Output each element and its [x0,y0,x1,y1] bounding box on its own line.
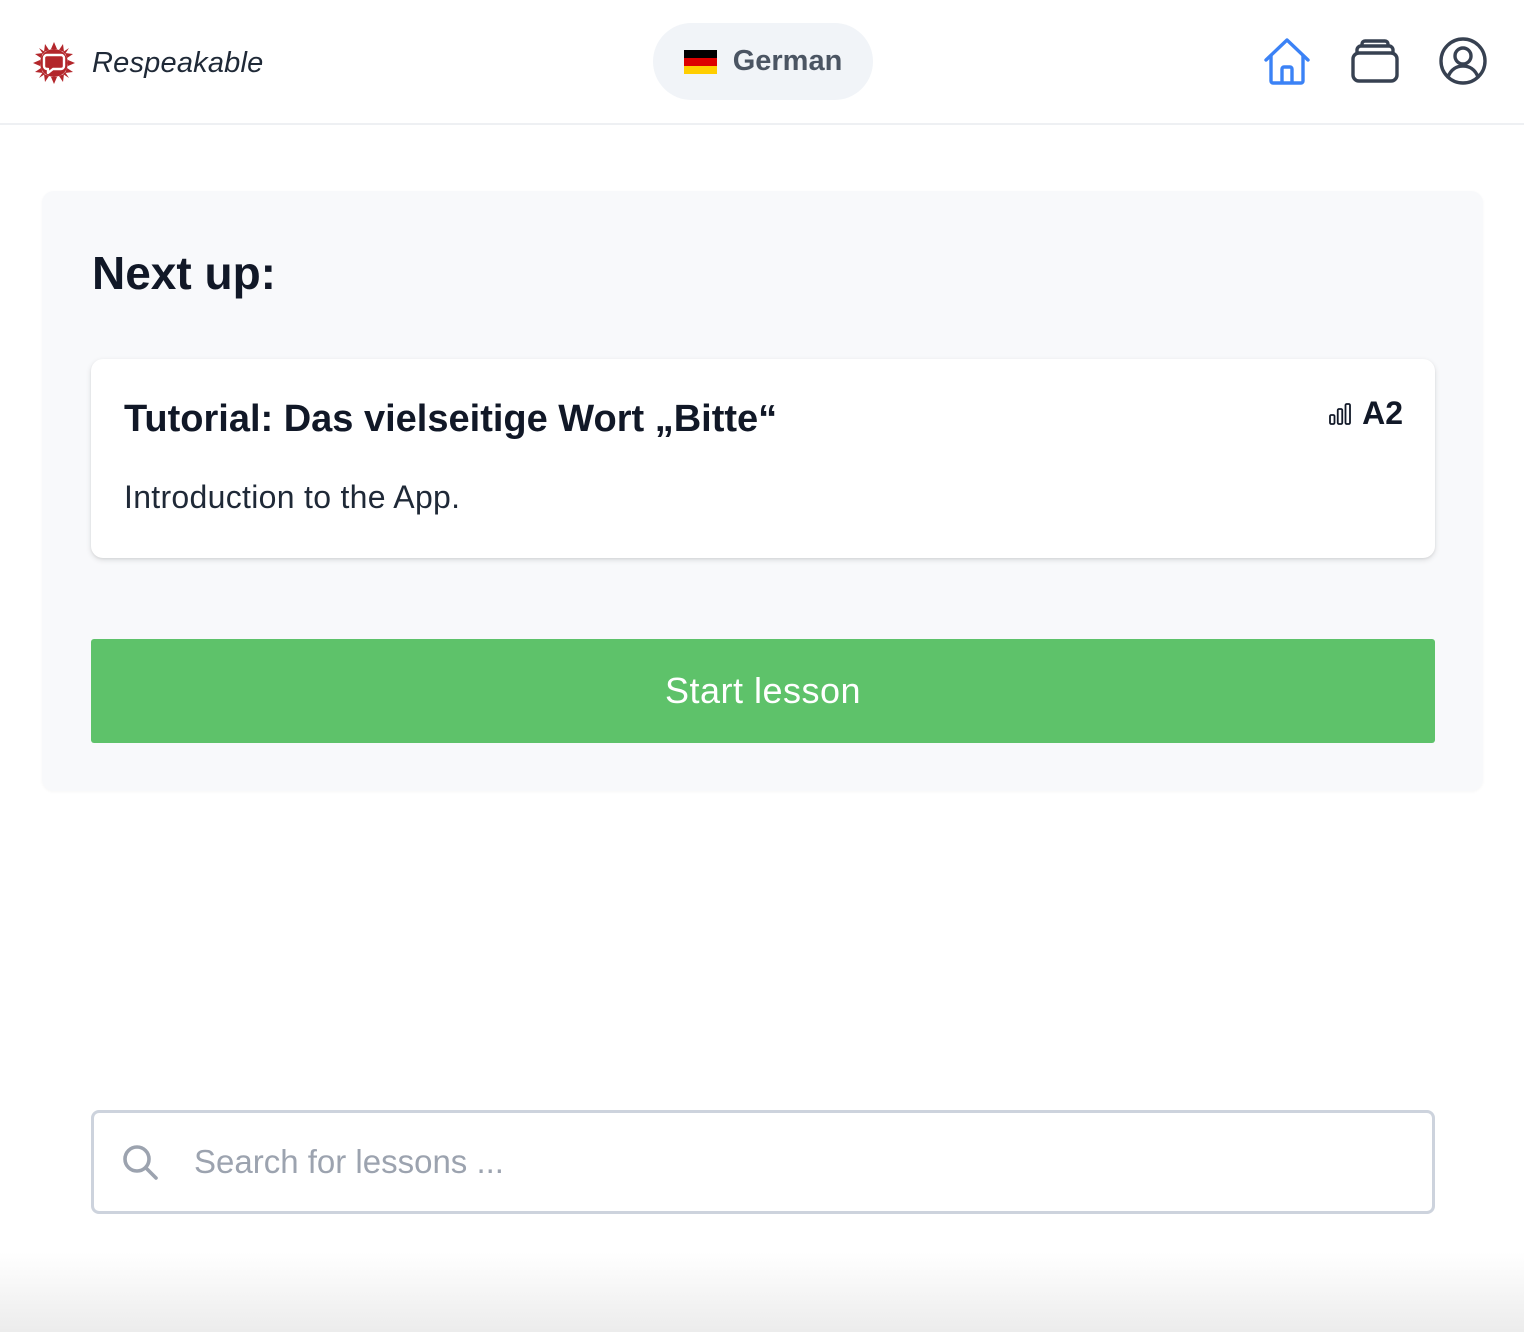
search-input[interactable] [192,1131,1432,1193]
lesson-description: Introduction to the App. [124,479,461,515]
top-navbar: Respeakable German [0,0,1524,125]
home-icon[interactable] [1261,35,1313,87]
card-stack-icon[interactable] [1349,35,1401,87]
start-lesson-button[interactable]: Start lesson [91,639,1435,743]
lesson-title: Tutorial: Das vielseitige Wort „Bitte“ [124,398,778,440]
lesson-level-badge: A2 [1328,395,1403,432]
next-up-heading: Next up: [92,247,276,299]
german-flag-icon [683,49,717,74]
language-label: German [732,45,843,77]
search-icon [123,1145,158,1180]
lesson-card[interactable]: Tutorial: Das vielseitige Wort „Bitte“ A… [91,359,1435,558]
next-up-panel: Next up: Tutorial: Das vielseitige Wort … [42,191,1483,791]
brand-name: Respeakable [92,46,264,79]
speech-bubble-sun-icon [33,42,75,84]
lesson-level: A2 [1362,395,1403,431]
brand[interactable]: Respeakable [32,40,264,86]
user-circle-icon[interactable] [1437,35,1489,87]
language-selector[interactable]: German [653,23,873,100]
signal-bars-icon [1329,402,1351,425]
lesson-search[interactable] [91,1110,1435,1214]
bottom-fade [0,1252,1524,1332]
